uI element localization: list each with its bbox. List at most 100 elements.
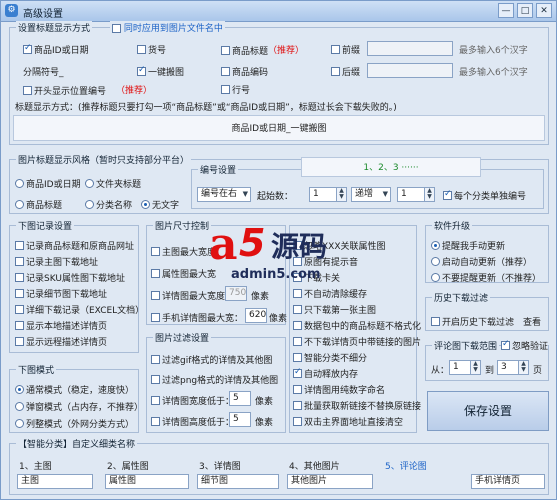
misc-9-checkbox[interactable] bbox=[293, 367, 302, 378]
spin-arrows-icon[interactable]: ▲ ▼ bbox=[470, 361, 480, 374]
mobile-width-input[interactable]: 620 bbox=[245, 308, 267, 323]
record-item-2[interactable]: 记录主图下载地址 bbox=[15, 255, 98, 268]
upgrade-manual-radio[interactable] bbox=[431, 241, 440, 250]
title-col-3-checkbox[interactable] bbox=[221, 46, 230, 55]
number-position-select[interactable]: 编号在右 bbox=[197, 187, 251, 202]
filter-gif-checkbox[interactable] bbox=[151, 355, 160, 364]
skip-verify-option[interactable]: 忽略验证 bbox=[501, 339, 549, 352]
filter-png-checkbox[interactable] bbox=[151, 375, 160, 384]
record-item-2-checkbox[interactable] bbox=[15, 257, 24, 266]
size-row-mobile[interactable]: 手机详情图最大宽： bbox=[151, 311, 243, 324]
category-input-3[interactable]: 细节图 bbox=[197, 474, 279, 489]
misc-8-checkbox[interactable] bbox=[293, 353, 302, 362]
style-option-category-radio[interactable] bbox=[85, 200, 94, 209]
upgrade-auto[interactable]: 启动自动更新（推荐） bbox=[431, 255, 532, 268]
upgrade-never-radio[interactable] bbox=[431, 273, 440, 282]
misc-4-checkbox[interactable] bbox=[293, 289, 302, 298]
product-code-option[interactable]: 商品编码 bbox=[221, 65, 268, 78]
order-select[interactable]: 递增 bbox=[351, 187, 391, 202]
style-option-none[interactable]: 无文字 bbox=[141, 198, 179, 211]
suffix-input[interactable] bbox=[367, 63, 453, 78]
style-option-id-radio[interactable] bbox=[15, 179, 24, 188]
misc-12-checkbox[interactable] bbox=[293, 417, 302, 426]
record-item-6[interactable]: 显示本地描述详情页 bbox=[15, 319, 107, 332]
misc-9[interactable]: 自动释放内存 bbox=[293, 367, 358, 380]
record-item-4[interactable]: 记录细节图下载地址 bbox=[15, 287, 107, 300]
misc-7-checkbox[interactable] bbox=[293, 337, 302, 346]
one-click-option[interactable]: 一键搬图 bbox=[137, 65, 184, 78]
prefix-input[interactable] bbox=[367, 41, 453, 56]
title-col-2[interactable]: 货号 bbox=[137, 43, 166, 56]
style-option-folder[interactable]: 文件夹标题 bbox=[85, 177, 141, 190]
filter-gif[interactable]: 过滤gif格式的详情及其他图 bbox=[151, 353, 272, 366]
minimize-icon[interactable]: — bbox=[498, 3, 514, 18]
product-code-checkbox[interactable] bbox=[221, 67, 230, 76]
upgrade-auto-radio[interactable] bbox=[431, 257, 440, 266]
size-row-detail-checkbox[interactable] bbox=[151, 291, 160, 300]
style-option-none-radio[interactable] bbox=[141, 200, 150, 209]
spin-arrows-icon[interactable]: ▲ ▼ bbox=[424, 188, 434, 201]
skip-verify-checkbox[interactable] bbox=[501, 339, 510, 350]
line-number-option[interactable]: 行号 bbox=[221, 83, 250, 96]
mode-normal[interactable]: 通常模式（稳定，速度快） bbox=[15, 383, 134, 396]
filter-width-input[interactable]: 5 bbox=[229, 391, 251, 406]
filter-height-input[interactable]: 5 bbox=[229, 412, 251, 427]
spin-arrows-icon[interactable]: ▲ ▼ bbox=[336, 188, 346, 201]
title-col-1[interactable]: 商品ID或日期 bbox=[23, 43, 89, 56]
maximize-icon[interactable]: □ bbox=[517, 3, 533, 18]
filter-width[interactable]: 详情图宽度低于： bbox=[151, 394, 234, 407]
record-item-1[interactable]: 记录商品标题和原商品网址 bbox=[15, 239, 134, 252]
record-item-3[interactable]: 记录SKU属性图下载地址 bbox=[15, 271, 125, 284]
style-option-id[interactable]: 商品ID或日期 bbox=[15, 177, 81, 190]
position-number-checkbox[interactable] bbox=[23, 86, 32, 95]
mode-popup[interactable]: 弹窗模式（占内存，不推荐） bbox=[15, 400, 143, 413]
record-item-5-checkbox[interactable] bbox=[15, 305, 24, 314]
mode-list-radio[interactable] bbox=[15, 419, 24, 428]
mode-popup-radio[interactable] bbox=[15, 402, 24, 411]
record-item-5[interactable]: 详细下载记录（EXCEL文档） bbox=[15, 303, 144, 316]
save-button[interactable]: 保存设置 bbox=[427, 391, 549, 431]
record-item-7[interactable]: 显示远程描述详情页 bbox=[15, 335, 107, 348]
suffix-option[interactable]: 后缀 bbox=[331, 65, 360, 78]
upgrade-manual[interactable]: 提醒我手动更新 bbox=[431, 239, 505, 252]
title-col-1-checkbox[interactable] bbox=[23, 43, 32, 54]
category-input-4[interactable]: 其他图片 bbox=[287, 474, 373, 489]
record-item-6-checkbox[interactable] bbox=[15, 321, 24, 330]
misc-5[interactable]: 只下载第一张主图 bbox=[293, 303, 376, 316]
misc-7[interactable]: 不下载详情页中带链接的图片 bbox=[293, 335, 421, 348]
filter-width-checkbox[interactable] bbox=[151, 396, 160, 405]
one-click-checkbox[interactable] bbox=[137, 65, 146, 76]
sync-filename-checkbox[interactable] bbox=[112, 24, 121, 33]
size-row-attr-checkbox[interactable] bbox=[151, 269, 160, 278]
misc-12[interactable]: 双击主界面地址直接清空 bbox=[293, 415, 403, 428]
close-icon[interactable]: ✕ bbox=[536, 3, 552, 18]
step-stepper[interactable]: 1 ▲ ▼ bbox=[397, 187, 435, 202]
size-row-detail[interactable]: 详情图最大宽度： bbox=[151, 289, 234, 302]
filter-height-checkbox[interactable] bbox=[151, 417, 160, 426]
per-category-checkbox[interactable] bbox=[443, 189, 452, 200]
misc-5-checkbox[interactable] bbox=[293, 305, 302, 314]
style-option-title-radio[interactable] bbox=[15, 200, 24, 209]
size-row-main-checkbox[interactable] bbox=[151, 247, 160, 256]
record-item-1-checkbox[interactable] bbox=[15, 241, 24, 250]
history-view-link[interactable]: 查看 bbox=[523, 315, 541, 328]
upgrade-never[interactable]: 不要提醒更新（不推荐） bbox=[431, 271, 541, 284]
prefix-checkbox[interactable] bbox=[331, 45, 340, 54]
suffix-checkbox[interactable] bbox=[331, 67, 340, 76]
position-number-option[interactable]: 开头显示位置编号 （推荐） bbox=[23, 83, 152, 97]
mode-list[interactable]: 列整模式（外网分类方式） bbox=[15, 417, 134, 430]
misc-6-checkbox[interactable] bbox=[293, 321, 302, 330]
style-option-folder-radio[interactable] bbox=[85, 179, 94, 188]
category-input-1[interactable]: 主图 bbox=[17, 474, 93, 489]
spin-arrows-icon[interactable]: ▲ ▼ bbox=[518, 361, 528, 374]
sync-filename-option[interactable]: 同时应用到图片文件名中 bbox=[110, 21, 225, 34]
misc-10[interactable]: 详情图用纯数字命名 bbox=[293, 383, 385, 396]
misc-10-checkbox[interactable] bbox=[293, 385, 302, 394]
history-enable-checkbox[interactable] bbox=[431, 317, 440, 326]
misc-8[interactable]: 智能分类不细分 bbox=[293, 351, 367, 364]
mode-normal-radio[interactable] bbox=[15, 385, 24, 394]
per-category-option[interactable]: 每个分类单独编号 bbox=[443, 189, 526, 202]
misc-6[interactable]: 数据包中的商品标题不格式化 bbox=[293, 319, 421, 332]
line-number-checkbox[interactable] bbox=[221, 85, 230, 94]
record-item-7-checkbox[interactable] bbox=[15, 337, 24, 346]
